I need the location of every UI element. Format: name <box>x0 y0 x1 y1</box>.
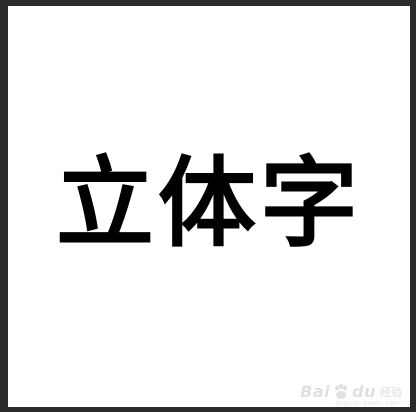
document-canvas[interactable]: 立体字 Bai du 经验 jingyan.baidu.com <box>8 6 410 407</box>
watermark-product: 经验 <box>380 385 402 399</box>
watermark-url: jingyan.baidu.com <box>335 399 400 407</box>
app-frame: 立体字 Bai du 经验 jingyan.baidu.com <box>0 0 416 412</box>
baidu-paw-icon <box>332 383 350 401</box>
watermark-brand: Bai <box>300 382 331 401</box>
headline-text: 立体字 <box>55 147 362 261</box>
